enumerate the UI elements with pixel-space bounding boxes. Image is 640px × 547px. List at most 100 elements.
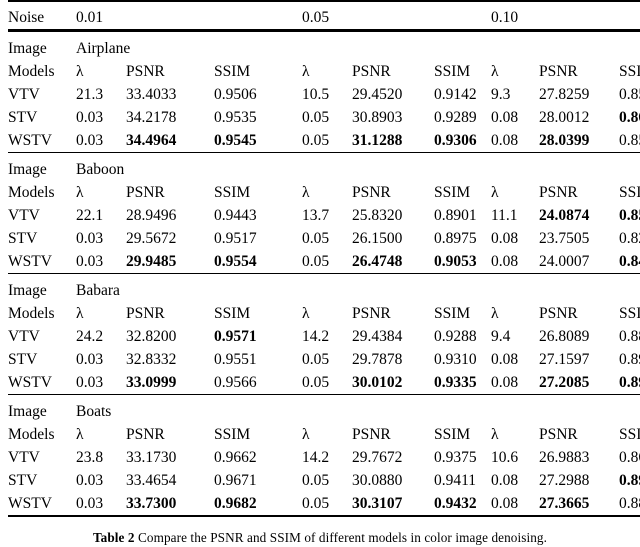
metric-cell: 0.03: [76, 132, 104, 149]
ssim-header-3: SSIM: [619, 305, 640, 322]
metric-cell: 0.9554: [214, 253, 257, 270]
metric-cell: 0.08: [491, 132, 519, 149]
metric-cell: 14.2: [302, 328, 330, 345]
metric-cell: 29.9485: [126, 253, 177, 270]
table-row: VTV 22.1 28.9496 0.9443 13.7 25.8320 0.8901 11.…: [8, 204, 640, 227]
metric-cell: 9.3: [491, 86, 511, 103]
metric-cell: 24.2: [76, 328, 104, 345]
metric-cell: 0.9566: [214, 374, 257, 391]
table-row: STV 0.03 32.8332 0.9551 0.05 29.7878 0.9310 0.0…: [8, 348, 640, 371]
column-header-row: Models λ PSNR SSIM λ PSNR SSIM λ PSNR SSIM: [8, 302, 640, 325]
metric-cell: 0.9310: [434, 351, 477, 368]
model-name-cell: VTV: [8, 328, 40, 345]
table-row: VTV 24.2 32.8200 0.9571 14.2 29.4384 0.9288 9.4…: [8, 325, 640, 348]
metric-cell: 34.4964: [126, 132, 177, 149]
metric-cell: 0.08: [491, 472, 519, 489]
image-label: Image: [8, 282, 47, 299]
lambda-header-1: λ: [76, 63, 84, 80]
caption-label: Table 2: [92, 530, 135, 545]
metric-cell: 0.03: [76, 495, 104, 512]
image-name-row: Image Babara: [8, 279, 640, 302]
metric-cell: 0.08: [491, 253, 519, 270]
psnr-header-3: PSNR: [539, 305, 578, 322]
image-name-row: Image Baboon: [8, 158, 640, 181]
metric-cell: 24.0007: [539, 253, 590, 270]
ssim-header-2: SSIM: [434, 426, 471, 443]
table-body: Noise 0.01 0.05 0.10: [8, 0, 640, 37]
metric-cell: 0.8975: [434, 230, 477, 247]
psnr-header-3: PSNR: [539, 63, 578, 80]
metric-cell: 30.3107: [352, 495, 403, 512]
metric-cell: 0.05: [302, 374, 330, 391]
metric-cell: 26.4748: [352, 253, 403, 270]
metric-cell: 9.4: [491, 328, 511, 345]
metric-cell: 33.0999: [126, 374, 177, 391]
psnr-header-3: PSNR: [539, 184, 578, 201]
metric-cell: 0.9535: [214, 109, 257, 126]
table-row: VTV 23.8 33.1730 0.9662 14.2 29.7672 0.9375 10.…: [8, 446, 640, 469]
lambda-header-1: λ: [76, 305, 84, 322]
ssim-header-1: SSIM: [214, 63, 251, 80]
metric-cell: 10.6: [491, 449, 519, 466]
ssim-header-2: SSIM: [434, 184, 471, 201]
metric-cell: 0.8937: [619, 472, 640, 489]
metric-cell: 29.5672: [126, 230, 177, 247]
table-page: Noise 0.01 0.05 0.10 Image Airplane Models…: [0, 0, 640, 545]
metric-cell: 24.0874: [539, 207, 590, 224]
models-header: Models: [8, 63, 55, 80]
lambda-header-1: λ: [76, 184, 84, 201]
model-name-cell: VTV: [8, 449, 40, 466]
metric-cell: 22.1: [76, 207, 104, 224]
lambda-header-2: λ: [302, 426, 310, 443]
noise-header-row: Noise 0.01 0.05 0.10: [8, 6, 640, 31]
ssim-header-2: SSIM: [434, 305, 471, 322]
psnr-header-1: PSNR: [126, 184, 165, 201]
metric-cell: 26.1500: [352, 230, 403, 247]
metric-cell: 0.9053: [434, 253, 477, 270]
metric-cell: 0.05: [302, 230, 330, 247]
metric-cell: 0.08: [491, 374, 519, 391]
column-header-row: Models λ PSNR SSIM λ PSNR SSIM λ PSNR SSIM: [8, 181, 640, 204]
ssim-header-3: SSIM: [619, 63, 640, 80]
noise-label: Noise: [8, 9, 45, 26]
table-caption: Table 2 Compare the PSNR and SSIM of dif…: [8, 529, 632, 547]
lambda-header-2: λ: [302, 63, 310, 80]
model-name-cell: WSTV: [8, 374, 52, 391]
lambda-header-3: λ: [491, 305, 499, 322]
metric-cell: 0.03: [76, 351, 104, 368]
metric-cell: 0.8876: [619, 328, 640, 345]
image-name-value: Boats: [76, 403, 112, 420]
models-header: Models: [8, 184, 55, 201]
metric-cell: 0.9545: [214, 132, 257, 149]
metric-cell: 0.8523: [619, 207, 640, 224]
metric-cell: 0.9671: [214, 472, 257, 489]
metric-cell: 0.9506: [214, 86, 257, 103]
metric-cell: 0.8899: [619, 495, 640, 512]
image-name-value: Babara: [76, 282, 120, 299]
metric-cell: 28.0399: [539, 132, 590, 149]
psnr-header-1: PSNR: [126, 305, 165, 322]
model-name-cell: WSTV: [8, 132, 52, 149]
metric-cell: 28.0012: [539, 109, 590, 126]
metric-cell: 0.08: [491, 230, 519, 247]
metric-cell: 0.08: [491, 351, 519, 368]
ssim-header-1: SSIM: [214, 426, 251, 443]
noise-level-1: 0.01: [76, 9, 104, 26]
metric-cell: 10.5: [302, 86, 330, 103]
metric-cell: 27.2988: [539, 472, 590, 489]
metric-cell: 0.03: [76, 253, 104, 270]
metric-cell: 23.7505: [539, 230, 590, 247]
image-blocks-host: Image Airplane Models λ PSNR SSIM λ PSNR SSIM λ PS…: [8, 37, 640, 522]
table-row: STV 0.03 34.2178 0.9535 0.05 30.8903 0.9289 0.0…: [8, 106, 640, 129]
lambda-header-1: λ: [76, 426, 84, 443]
models-header: Models: [8, 305, 55, 322]
table-row: STV 0.03 29.5672 0.9517 0.05 26.1500 0.8975 0.0…: [8, 227, 640, 250]
metric-cell: 33.4654: [126, 472, 177, 489]
metric-cell: 23.8: [76, 449, 104, 466]
image-name-row: Image Boats: [8, 400, 640, 423]
ssim-header-2: SSIM: [434, 63, 471, 80]
ssim-header-3: SSIM: [619, 426, 640, 443]
psnr-header-1: PSNR: [126, 63, 165, 80]
metric-cell: 0.8296: [619, 230, 640, 247]
metric-cell: 0.03: [76, 230, 104, 247]
